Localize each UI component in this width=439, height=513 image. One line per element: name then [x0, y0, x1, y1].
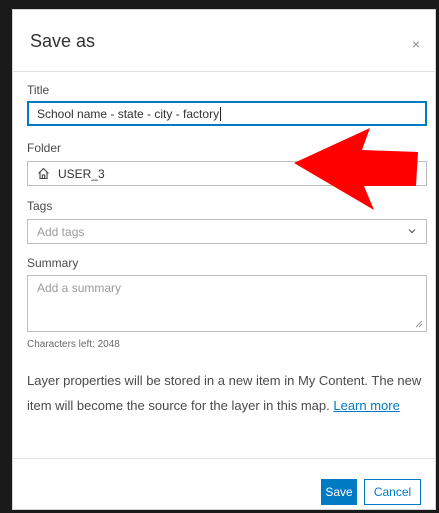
cancel-button[interactable]: Cancel	[364, 479, 421, 505]
title-input-value: School name - state - city - factory	[37, 107, 220, 121]
info-text: Layer properties will be stored in a new…	[27, 368, 427, 418]
title-label: Title	[27, 83, 50, 97]
dialog-title: Save as	[30, 31, 96, 51]
dialog-header: Save as ×	[13, 10, 435, 72]
summary-textarea[interactable]: Add a summary	[27, 275, 427, 332]
summary-label: Summary	[27, 256, 79, 270]
tags-placeholder: Add tags	[37, 225, 85, 239]
resize-handle-icon[interactable]	[415, 320, 423, 328]
folder-label: Folder	[27, 141, 62, 155]
text-caret	[220, 107, 222, 121]
folder-value: USER_3	[58, 167, 105, 181]
title-input[interactable]: School name - state - city - factory	[27, 101, 427, 126]
learn-more-link[interactable]: Learn more	[333, 398, 399, 413]
red-arrow-icon	[294, 128, 418, 210]
save-as-dialog: Save as × Title School name - state - ci…	[12, 9, 436, 510]
home-icon	[38, 167, 49, 180]
footer-divider	[13, 458, 435, 459]
summary-placeholder: Add a summary	[37, 281, 122, 295]
save-button[interactable]: Save	[321, 479, 357, 505]
chevron-down-icon	[408, 229, 416, 234]
characters-left: Characters left: 2048	[27, 339, 120, 350]
tags-input[interactable]: Add tags	[27, 219, 427, 244]
close-icon[interactable]: ×	[412, 37, 420, 51]
tags-label: Tags	[27, 199, 53, 213]
